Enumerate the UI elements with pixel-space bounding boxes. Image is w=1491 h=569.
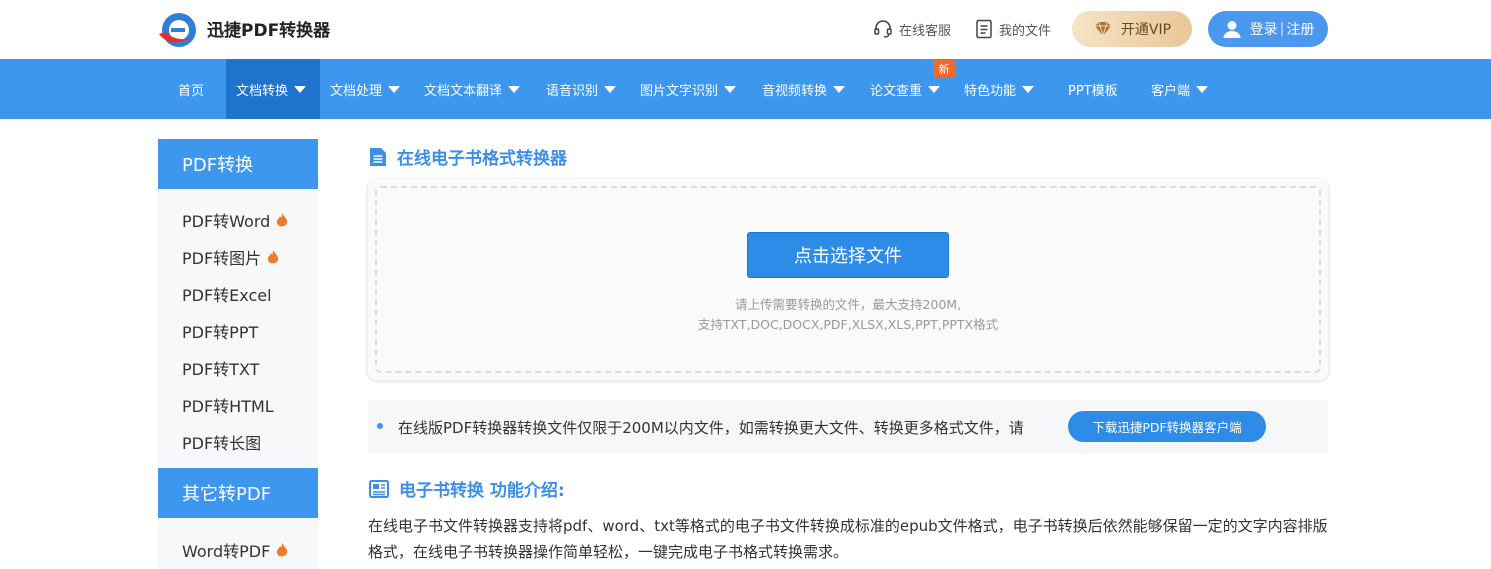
intro-title-text: 电子书转换 功能介绍:	[399, 481, 565, 501]
sidebar-item-label: PDF转HTML	[182, 397, 274, 416]
document-icon	[976, 19, 992, 39]
diamond-icon	[1094, 21, 1111, 37]
notice-text: 在线版PDF转换器转换文件仅限于200M以内文件，如需转换更大文件、转换更多格式…	[398, 419, 1024, 437]
nav-label: 首页	[178, 83, 205, 99]
sidebar-item-label: PDF转图片	[182, 249, 262, 268]
newspaper-icon	[369, 479, 389, 498]
caret-down-icon	[604, 85, 617, 93]
vip-label: 开通VIP	[1120, 22, 1172, 38]
my-files-label: 我的文件	[999, 23, 1052, 39]
intro-title: 电子书转换 功能介绍:	[369, 476, 565, 501]
nav-label: 图片文字识别	[640, 83, 719, 99]
fire-icon	[277, 212, 288, 226]
sidebar-item-pdf-to-html[interactable]: PDF转HTML	[182, 393, 274, 417]
nav-label: 音视频转换	[762, 83, 828, 99]
nav-item-plagiarism[interactable]: 论文查重	[870, 59, 941, 119]
sidebar-item-pdf-to-image[interactable]: PDF转图片	[182, 245, 279, 269]
sidebar-item-pdf-to-word[interactable]: PDF转Word	[182, 208, 288, 232]
sidebar-item-label: PDF转TXT	[182, 360, 260, 379]
register-label[interactable]: 注册	[1286, 19, 1314, 39]
login-register-button[interactable]: 登录 | 注册	[1208, 11, 1328, 47]
nav-item-doc-process[interactable]: 文档处理	[330, 59, 401, 119]
sidebar-group-other-to-pdf: 其它转PDF	[158, 468, 318, 518]
nav-label: PPT模板	[1068, 83, 1118, 99]
upload-dashed-border	[375, 186, 1321, 373]
caret-down-icon	[1022, 85, 1035, 93]
nav-item-client[interactable]: 客户端	[1151, 59, 1209, 119]
sidebar-item-label: Word转PDF	[182, 542, 271, 561]
nav-item-home[interactable]: 首页	[178, 59, 204, 119]
nav-label: 文档文本翻译	[424, 83, 503, 99]
fire-icon	[267, 249, 279, 263]
caret-down-icon	[388, 85, 401, 93]
sidebar-item-label: PDF转PPT	[182, 323, 259, 342]
sidebar-item-pdf-to-excel[interactable]: PDF转Excel	[182, 282, 272, 306]
caret-down-icon	[833, 85, 846, 93]
user-icon	[1223, 21, 1241, 38]
nav-item-doc-convert[interactable]: 文档转换	[226, 59, 320, 119]
nav-label: 论文查重	[870, 83, 923, 99]
logo-text[interactable]: 迅捷PDF转换器	[207, 16, 330, 41]
caret-down-icon	[1196, 85, 1209, 93]
page-title-text: 在线电子书格式转换器	[397, 149, 567, 169]
choose-file-button[interactable]: 点击选择文件	[747, 232, 949, 278]
sidebar-list-other-to-pdf: Word转PDF	[158, 518, 318, 569]
notice-bar: 在线版PDF转换器转换文件仅限于200M以内文件，如需转换更大文件、转换更多格式…	[368, 400, 1328, 453]
caret-down-icon	[928, 85, 941, 93]
caret-down-icon	[724, 85, 737, 93]
sidebar-group-pdf-convert: PDF转换	[158, 139, 318, 189]
sidebar-item-pdf-to-ppt[interactable]: PDF转PPT	[182, 319, 258, 343]
nav-label: 文档处理	[330, 83, 383, 99]
sidebar-item-pdf-to-long-image[interactable]: PDF转长图	[182, 430, 261, 454]
vip-button[interactable]: 开通VIP	[1072, 11, 1192, 47]
main-nav: 首页 文档转换 文档处理 文档文本翻译 语音识别 图片文字识别 音视频转换 论文…	[0, 59, 1491, 119]
intro-body: 在线电子书文件转换器支持将pdf、word、txt等格式的电子书文件转换成标准的…	[368, 517, 1328, 561]
bullet-dot	[377, 423, 383, 429]
caret-down-icon	[294, 85, 307, 93]
sidebar-item-pdf-to-txt[interactable]: PDF转TXT	[182, 356, 259, 380]
nav-item-ppt[interactable]: PPT模板	[1068, 59, 1118, 119]
login-separator: |	[1279, 21, 1285, 37]
my-files-link[interactable]: 我的文件	[975, 19, 1051, 39]
nav-item-media[interactable]: 音视频转换	[762, 59, 846, 119]
nav-label: 特色功能	[964, 83, 1017, 99]
sidebar-item-label: PDF转Excel	[182, 286, 272, 305]
nav-label: 语音识别	[546, 83, 599, 99]
nav-item-features[interactable]: 特色功能	[964, 59, 1035, 119]
nav-item-speech[interactable]: 语音识别	[546, 59, 617, 119]
login-label[interactable]: 登录	[1250, 19, 1278, 39]
headset-icon	[874, 20, 892, 38]
document-list-icon	[370, 147, 386, 166]
download-client-button[interactable]: 下载迅捷PDF转换器客户端	[1068, 411, 1266, 442]
nav-label: 文档转换	[236, 83, 289, 99]
upload-hint-line1: 请上传需要转换的文件，最大支持200M,	[734, 297, 962, 312]
fire-icon	[277, 542, 288, 556]
new-badge: 新	[933, 60, 955, 77]
logo-icon[interactable]	[157, 10, 199, 50]
page-title: 在线电子书格式转换器	[369, 144, 567, 169]
upload-hint-line2: 支持TXT,DOC,DOCX,PDF,XLSX,XLS,PPT,PPTX格式	[697, 317, 999, 332]
nav-item-translate[interactable]: 文档文本翻译	[424, 59, 521, 119]
nav-label: 客户端	[1151, 83, 1191, 99]
upload-dropzone[interactable]	[368, 179, 1328, 380]
sidebar-item-label: PDF转Word	[182, 212, 271, 231]
caret-down-icon	[508, 85, 521, 93]
sidebar-list-pdf-convert: PDF转Word PDF转图片 PDF转Excel PDF转PPT PDF转TX…	[158, 189, 318, 468]
customer-service-link[interactable]: 在线客服	[873, 19, 951, 39]
nav-item-ocr[interactable]: 图片文字识别	[640, 59, 737, 119]
top-header: 迅捷PDF转换器 在线客服 我的文件 开通VIP 登录 | 注册	[0, 0, 1491, 59]
sidebar-item-word-to-pdf[interactable]: Word转PDF	[182, 538, 288, 562]
sidebar-item-label: PDF转长图	[182, 434, 262, 453]
customer-service-label: 在线客服	[899, 23, 952, 39]
